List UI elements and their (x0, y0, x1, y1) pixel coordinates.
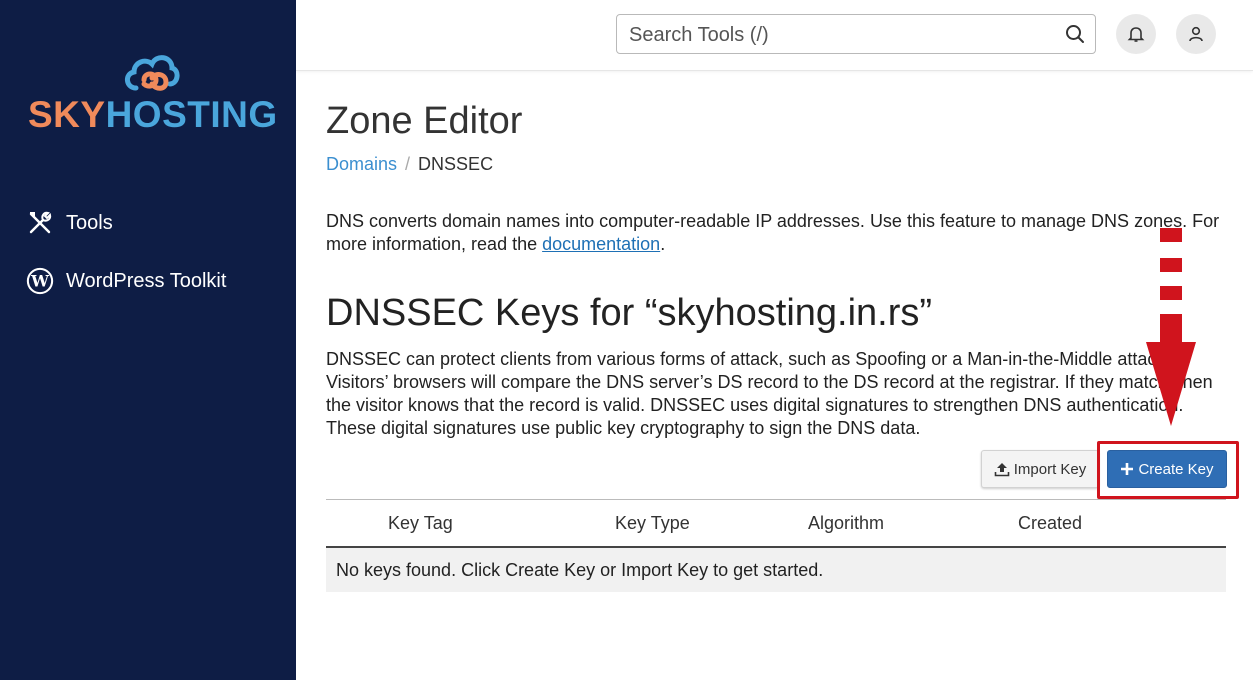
top-header (296, 0, 1253, 71)
tools-icon (26, 209, 54, 237)
logo-wordmark: SKYHOSTING (28, 94, 278, 136)
column-header-key-tag[interactable]: Key Tag (388, 513, 453, 534)
annotation-arrow-icon (1146, 228, 1196, 426)
svg-text:W: W (30, 272, 49, 291)
cloud-logo-icon (125, 55, 180, 91)
breadcrumb-link-domains[interactable]: Domains (326, 154, 397, 174)
search-icon[interactable] (1065, 24, 1085, 49)
search-input[interactable] (627, 21, 1051, 49)
bell-icon (1127, 27, 1145, 42)
import-key-button[interactable]: Import Key (981, 450, 1099, 488)
column-header-algorithm[interactable]: Algorithm (808, 513, 884, 534)
dnssec-keys-table: Key Tag Key Type Algorithm Created No ke… (326, 499, 1226, 592)
logo-hosting-text: HOSTING (105, 94, 278, 135)
intro-end: . (660, 234, 666, 254)
column-header-key-type[interactable]: Key Type (615, 513, 690, 534)
search-box[interactable] (616, 14, 1096, 54)
plus-icon (1121, 463, 1134, 475)
section-description: DNSSEC can protect clients from various … (326, 349, 1213, 438)
breadcrumb: Domains / DNSSEC (326, 154, 493, 175)
create-key-label: Create Key (1138, 460, 1214, 478)
sidebar-item-label: WordPress Toolkit (66, 269, 227, 292)
user-menu-button[interactable] (1176, 14, 1216, 54)
table-row: No keys found. Click Create Key or Impor… (326, 548, 1226, 592)
intro-text: DNS converts domain names into computer-… (326, 211, 1220, 254)
logo-sky-text: SKY (28, 94, 106, 135)
empty-message: No keys found. Click Create Key or Impor… (336, 560, 824, 580)
sidebar: SKYHOSTING Tools W WordPress Toolkit (0, 0, 296, 680)
section-title: DNSSEC Keys for “skyhosting.in.rs” (326, 292, 933, 334)
wordpress-icon: W (26, 267, 54, 295)
table-header: Key Tag Key Type Algorithm Created (326, 499, 1226, 548)
brand-logo[interactable]: SKYHOSTING (28, 50, 278, 140)
notifications-button[interactable] (1116, 14, 1156, 54)
sidebar-item-wordpress-toolkit[interactable]: W WordPress Toolkit (26, 267, 226, 295)
column-header-created[interactable]: Created (1018, 513, 1082, 534)
documentation-link[interactable]: documentation (542, 234, 660, 254)
page-title: Zone Editor (326, 100, 523, 142)
upload-icon (994, 463, 1010, 477)
breadcrumb-current: DNSSEC (418, 154, 494, 174)
create-key-button[interactable]: Create Key (1107, 450, 1227, 488)
intro-paragraph: DNS converts domain names into computer-… (326, 210, 1231, 256)
breadcrumb-separator: / (405, 154, 411, 174)
import-key-label: Import Key (1013, 460, 1087, 478)
sidebar-item-tools[interactable]: Tools (26, 209, 113, 237)
sidebar-item-label: Tools (66, 211, 113, 234)
user-icon (1189, 26, 1203, 42)
